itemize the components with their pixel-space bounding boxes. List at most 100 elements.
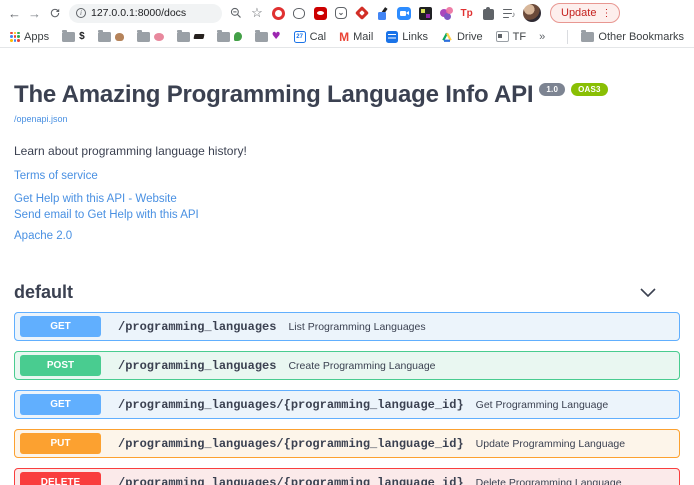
folder-icon — [255, 32, 268, 42]
bookmark-folder-horse[interactable] — [98, 32, 124, 42]
operation-summary: Create Programming Language — [288, 360, 435, 372]
bookmarks-overflow-chevron[interactable]: » — [539, 31, 545, 43]
apps-grid-icon — [10, 32, 20, 42]
drive-icon — [441, 31, 453, 43]
bookmark-folder-graduation[interactable] — [177, 32, 204, 42]
bookmark-label: Cal — [310, 31, 327, 43]
operation-path: /programming_languages/{programming_lang… — [118, 476, 464, 485]
operation-row-list-languages[interactable]: GET /programming_languages List Programm… — [14, 312, 680, 341]
api-title-text: The Amazing Programming Language Info AP… — [14, 81, 533, 108]
calendar-icon: 27 — [294, 31, 306, 43]
bookmark-folder-heart[interactable]: ♥ — [255, 32, 281, 42]
browser-toolbar: ← → i 127.0.0.1:8000/docs ☆ ⌄ Tp ♪ Updat… — [0, 0, 694, 26]
license-link[interactable]: Apache 2.0 — [14, 230, 680, 242]
brain-icon — [154, 33, 164, 41]
color-picker-extension-icon[interactable] — [376, 6, 390, 20]
media-playlist-extension-icon[interactable]: ♪ — [502, 6, 516, 20]
bookmark-links[interactable]: Links — [386, 31, 428, 43]
operation-path: /programming_languages — [118, 359, 276, 373]
oas3-badge: OAS3 — [571, 83, 608, 96]
operation-path: /programming_languages — [118, 320, 276, 334]
bookmark-label: Other Bookmarks — [598, 31, 684, 43]
chevron-down-icon[interactable] — [640, 288, 656, 297]
cbs-extension-icon[interactable] — [313, 6, 327, 20]
tf-icon — [496, 31, 509, 42]
folder-icon — [98, 32, 111, 42]
operation-row-update-language[interactable]: PUT /programming_languages/{programming_… — [14, 429, 680, 458]
folder-icon — [137, 32, 150, 42]
api-description: Learn about programming language history… — [14, 144, 680, 158]
bookmarks-bar: Apps $ ♥ 27 Cal M Mail Links Drive — [0, 26, 694, 48]
other-bookmarks[interactable]: Other Bookmarks — [581, 31, 684, 43]
bookmark-folder-parrot[interactable] — [217, 32, 242, 42]
puzzle-extension-icon[interactable] — [481, 6, 495, 20]
bookmark-star-icon[interactable]: ☆ — [250, 6, 264, 20]
pixel-grid-extension-icon[interactable] — [418, 6, 432, 20]
bookmark-label: Mail — [353, 31, 373, 43]
operation-row-delete-language[interactable]: DELETE /programming_languages/{programmi… — [14, 468, 680, 485]
tag-section-default[interactable]: default — [14, 282, 680, 312]
graduation-cap-icon — [193, 34, 204, 39]
zoom-out-icon[interactable] — [229, 6, 243, 20]
bookmark-label: Drive — [457, 31, 483, 43]
gmail-icon: M — [339, 31, 349, 43]
bookmark-mail[interactable]: M Mail — [339, 31, 373, 43]
operation-path: /programming_languages/{programming_lang… — [118, 437, 464, 451]
url-text: 127.0.0.1:8000/docs — [91, 7, 186, 19]
operation-row-create-language[interactable]: POST /programming_languages Create Progr… — [14, 351, 680, 380]
update-button[interactable]: Update ⋮ — [550, 3, 620, 23]
operation-summary: Delete Programming Language — [476, 477, 622, 485]
red-o-extension-icon[interactable] — [271, 6, 285, 20]
terms-of-service-link[interactable]: Terms of service — [14, 170, 680, 182]
send-arrow-extension-icon[interactable] — [355, 6, 369, 20]
tp-extension-icon[interactable]: Tp — [460, 6, 474, 20]
bookmarks-divider — [567, 30, 568, 44]
method-badge: GET — [20, 394, 101, 415]
folder-icon — [217, 32, 230, 42]
operation-summary: Update Programming Language — [476, 438, 625, 450]
operation-summary: List Programming Languages — [288, 321, 425, 333]
operation-summary: Get Programming Language — [476, 399, 609, 411]
method-badge: PUT — [20, 433, 101, 454]
openapi-json-link[interactable]: /openapi.json — [14, 114, 68, 124]
parrot-icon — [234, 32, 242, 41]
contact-email-link[interactable]: Send email to Get Help with this API — [14, 209, 680, 221]
bookmark-tf[interactable]: TF — [496, 31, 526, 43]
swagger-ui-page: The Amazing Programming Language Info AP… — [0, 81, 694, 485]
method-badge: POST — [20, 355, 101, 376]
back-icon[interactable]: ← — [8, 7, 21, 20]
purple-flower-extension-icon[interactable] — [439, 6, 453, 20]
bookmark-folder-brain[interactable] — [137, 32, 164, 42]
operation-row-get-language[interactable]: GET /programming_languages/{programming_… — [14, 390, 680, 419]
pocket-extension-icon[interactable]: ⌄ — [334, 6, 348, 20]
bookmark-label: TF — [513, 31, 526, 43]
reload-icon[interactable] — [48, 6, 62, 20]
contact-website-link[interactable]: Get Help with this API - Website — [14, 193, 680, 205]
profile-avatar[interactable] — [523, 4, 541, 22]
links-icon — [386, 31, 398, 43]
browser-menu-icon[interactable]: ⋮ — [601, 8, 611, 19]
horse-icon — [115, 33, 124, 41]
dollar-icon: $ — [79, 32, 85, 42]
method-badge: GET — [20, 316, 101, 337]
purple-heart-icon: ♥ — [272, 32, 281, 42]
bookmark-label: Links — [402, 31, 428, 43]
bookmark-label: Apps — [24, 31, 49, 43]
method-badge: DELETE — [20, 472, 101, 485]
page-title: The Amazing Programming Language Info AP… — [14, 81, 680, 109]
operation-path: /programming_languages/{programming_lang… — [118, 398, 464, 412]
video-camera-extension-icon[interactable] — [397, 6, 411, 20]
forward-icon[interactable]: → — [28, 7, 41, 20]
version-badge: 1.0 — [539, 83, 565, 96]
site-info-icon[interactable]: i — [76, 8, 86, 18]
section-title: default — [14, 282, 73, 303]
folder-icon — [177, 32, 190, 42]
bookmark-calendar[interactable]: 27 Cal — [294, 31, 327, 43]
bookmark-drive[interactable]: Drive — [441, 31, 483, 43]
folder-icon — [581, 32, 594, 42]
folder-icon — [62, 32, 75, 42]
bookmark-apps[interactable]: Apps — [10, 31, 49, 43]
bookmark-folder-dollar[interactable]: $ — [62, 32, 85, 42]
speech-bubble-extension-icon[interactable] — [292, 6, 306, 20]
url-bar[interactable]: i 127.0.0.1:8000/docs — [69, 4, 222, 23]
